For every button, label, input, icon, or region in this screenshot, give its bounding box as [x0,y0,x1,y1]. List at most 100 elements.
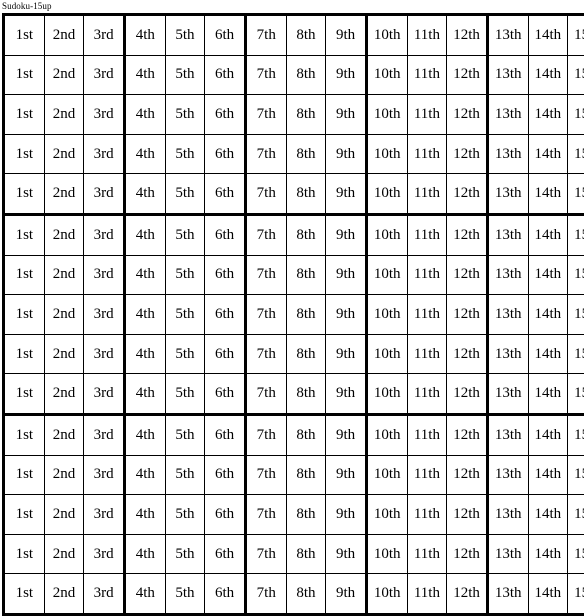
sudoku-cell[interactable]: 7th [245,214,286,255]
sudoku-cell[interactable]: 2nd [44,214,84,255]
sudoku-cell[interactable]: 10th [366,295,407,335]
sudoku-cell[interactable]: 9th [326,55,367,95]
sudoku-cell[interactable]: 8th [286,534,326,574]
sudoku-cell[interactable]: 4th [124,495,165,535]
sudoku-cell[interactable]: 3rd [84,334,125,374]
sudoku-cell[interactable]: 13th [487,55,528,95]
sudoku-cell[interactable]: 8th [286,414,326,455]
sudoku-cell[interactable]: 15th [568,495,584,535]
sudoku-cell[interactable]: 1st [4,134,45,174]
sudoku-cell[interactable]: 11th [407,574,447,615]
sudoku-cell[interactable]: 6th [205,55,246,95]
sudoku-cell[interactable]: 14th [528,374,568,415]
sudoku-cell[interactable]: 14th [528,255,568,295]
sudoku-cell[interactable]: 12th [447,374,488,415]
sudoku-cell[interactable]: 11th [407,374,447,415]
sudoku-cell[interactable]: 10th [366,374,407,415]
sudoku-cell[interactable]: 9th [326,455,367,495]
sudoku-cell[interactable]: 8th [286,455,326,495]
sudoku-cell[interactable]: 14th [528,55,568,95]
sudoku-cell[interactable]: 2nd [44,255,84,295]
sudoku-cell[interactable]: 11th [407,214,447,255]
sudoku-cell[interactable]: 9th [326,174,367,215]
sudoku-cell[interactable]: 14th [528,574,568,615]
sudoku-cell[interactable]: 1st [4,534,45,574]
sudoku-cell[interactable]: 2nd [44,55,84,95]
sudoku-cell[interactable]: 10th [366,214,407,255]
sudoku-cell[interactable]: 4th [124,214,165,255]
sudoku-cell[interactable]: 12th [447,174,488,215]
sudoku-cell[interactable]: 11th [407,174,447,215]
sudoku-cell[interactable]: 1st [4,574,45,615]
sudoku-cell[interactable]: 13th [487,495,528,535]
sudoku-cell[interactable]: 13th [487,334,528,374]
sudoku-cell[interactable]: 11th [407,15,447,56]
sudoku-cell[interactable]: 11th [407,534,447,574]
sudoku-cell[interactable]: 1st [4,55,45,95]
sudoku-cell[interactable]: 5th [165,574,205,615]
sudoku-cell[interactable]: 4th [124,55,165,95]
sudoku-cell[interactable]: 15th [568,55,584,95]
sudoku-cell[interactable]: 3rd [84,414,125,455]
sudoku-cell[interactable]: 4th [124,334,165,374]
sudoku-cell[interactable]: 2nd [44,534,84,574]
sudoku-cell[interactable]: 9th [326,255,367,295]
sudoku-cell[interactable]: 7th [245,174,286,215]
sudoku-cell[interactable]: 15th [568,334,584,374]
sudoku-cell[interactable]: 9th [326,495,367,535]
sudoku-cell[interactable]: 10th [366,95,407,135]
sudoku-cell[interactable]: 1st [4,15,45,56]
sudoku-cell[interactable]: 10th [366,55,407,95]
sudoku-cell[interactable]: 9th [326,374,367,415]
sudoku-cell[interactable]: 7th [245,374,286,415]
sudoku-cell[interactable]: 9th [326,334,367,374]
sudoku-cell[interactable]: 14th [528,95,568,135]
sudoku-cell[interactable]: 14th [528,15,568,56]
sudoku-cell[interactable]: 9th [326,295,367,335]
sudoku-cell[interactable]: 5th [165,15,205,56]
sudoku-cell[interactable]: 3rd [84,255,125,295]
sudoku-cell[interactable]: 2nd [44,374,84,415]
sudoku-cell[interactable]: 10th [366,455,407,495]
sudoku-cell[interactable]: 12th [447,414,488,455]
sudoku-cell[interactable]: 7th [245,55,286,95]
sudoku-cell[interactable]: 7th [245,414,286,455]
sudoku-cell[interactable]: 5th [165,134,205,174]
sudoku-cell[interactable]: 9th [326,534,367,574]
sudoku-cell[interactable]: 10th [366,255,407,295]
sudoku-cell[interactable]: 5th [165,55,205,95]
sudoku-cell[interactable]: 2nd [44,495,84,535]
sudoku-cell[interactable]: 13th [487,574,528,615]
sudoku-cell[interactable]: 12th [447,295,488,335]
sudoku-cell[interactable]: 12th [447,214,488,255]
sudoku-cell[interactable]: 14th [528,214,568,255]
sudoku-cell[interactable]: 8th [286,374,326,415]
sudoku-cell[interactable]: 11th [407,295,447,335]
sudoku-cell[interactable]: 13th [487,134,528,174]
sudoku-cell[interactable]: 14th [528,134,568,174]
sudoku-cell[interactable]: 4th [124,15,165,56]
sudoku-cell[interactable]: 4th [124,255,165,295]
sudoku-cell[interactable]: 5th [165,455,205,495]
sudoku-cell[interactable]: 6th [205,414,246,455]
sudoku-cell[interactable]: 11th [407,334,447,374]
sudoku-cell[interactable]: 4th [124,534,165,574]
sudoku-cell[interactable]: 8th [286,295,326,335]
sudoku-cell[interactable]: 6th [205,374,246,415]
sudoku-cell[interactable]: 10th [366,495,407,535]
sudoku-cell[interactable]: 8th [286,134,326,174]
sudoku-cell[interactable]: 15th [568,574,584,615]
sudoku-cell[interactable]: 1st [4,414,45,455]
sudoku-cell[interactable]: 6th [205,534,246,574]
sudoku-cell[interactable]: 5th [165,214,205,255]
sudoku-cell[interactable]: 14th [528,295,568,335]
sudoku-cell[interactable]: 1st [4,95,45,135]
sudoku-cell[interactable]: 11th [407,134,447,174]
sudoku-cell[interactable]: 5th [165,174,205,215]
sudoku-cell[interactable]: 13th [487,414,528,455]
sudoku-cell[interactable]: 4th [124,295,165,335]
sudoku-cell[interactable]: 3rd [84,214,125,255]
sudoku-cell[interactable]: 2nd [44,15,84,56]
sudoku-cell[interactable]: 15th [568,95,584,135]
sudoku-cell[interactable]: 14th [528,455,568,495]
